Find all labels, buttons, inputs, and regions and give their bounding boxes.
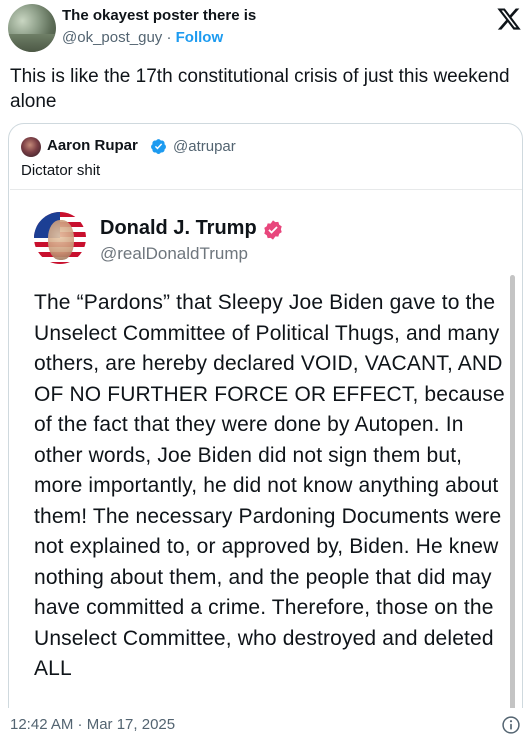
handle-separator: · xyxy=(162,29,176,46)
quote-author-name: Aaron Rupar xyxy=(47,137,138,154)
info-icon[interactable] xyxy=(501,715,521,735)
embedded-author-avatar xyxy=(34,212,86,264)
embedded-author-handle: @realDonaldTrump xyxy=(100,244,248,263)
x-logo-icon[interactable] xyxy=(496,6,522,32)
post-timestamp[interactable]: 12:42 AM · Mar 17, 2025 xyxy=(10,716,175,733)
embedded-author-name: Donald J. Trump xyxy=(100,217,257,239)
quote-text: Dictator shit xyxy=(21,162,101,179)
truth-verified-badge-icon xyxy=(264,220,282,240)
author-handle-row: @ok_post_guy · Follow xyxy=(62,29,223,46)
quote-author-handle: @atrupar xyxy=(173,138,236,155)
verified-badge-icon xyxy=(151,139,166,154)
post-header: The okayest poster there is @ok_post_guy… xyxy=(0,0,528,56)
post-footer: 12:42 AM · Mar 17, 2025 xyxy=(0,708,528,737)
author-avatar[interactable] xyxy=(8,4,56,52)
follow-button[interactable]: Follow xyxy=(176,29,224,46)
quoted-post-card[interactable]: Aaron Rupar @atrupar Dictator shit Donal… xyxy=(8,123,523,737)
quote-author-avatar xyxy=(21,137,41,157)
scrollbar[interactable] xyxy=(510,275,515,737)
embedded-post-text: The “Pardons” that Sleepy Joe Biden gave… xyxy=(34,291,505,680)
author-handle[interactable]: @ok_post_guy xyxy=(62,29,162,46)
embedded-post-screenshot: Donald J. Trump @realDonaldTrump The “Pa… xyxy=(10,189,522,737)
post-text: This is like the 17th constitutional cri… xyxy=(10,66,510,112)
author-name[interactable]: The okayest poster there is xyxy=(62,7,256,24)
